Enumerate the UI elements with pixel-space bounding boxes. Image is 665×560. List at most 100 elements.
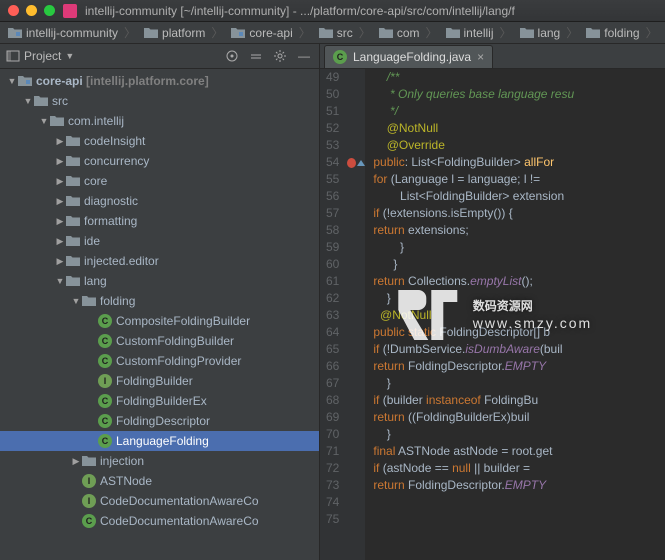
class-icon: C: [98, 334, 112, 348]
tree-twistie[interactable]: ▶: [54, 196, 66, 207]
toolwindow-title[interactable]: Project ▼: [6, 49, 74, 63]
tree-label: codeInsight: [84, 134, 145, 148]
breadcrumb-item[interactable]: Cf〉: [662, 24, 665, 41]
code-content[interactable]: /** * Only queries base language resu */…: [365, 69, 574, 560]
tree-row[interactable]: ▼ com.intellij: [0, 111, 319, 131]
tree-row[interactable]: ▶concurrency: [0, 151, 319, 171]
folder-icon: [66, 135, 80, 147]
tree-twistie[interactable]: ▶: [54, 176, 66, 187]
tree-twistie[interactable]: ▶: [54, 256, 66, 267]
editor-tabs: C LanguageFolding.java ×: [320, 44, 665, 69]
tree-label: CompositeFoldingBuilder: [116, 314, 250, 328]
tree-label: injection: [100, 454, 144, 468]
interface-icon: I: [98, 374, 112, 388]
app-icon: [63, 4, 77, 18]
hide-toolwindow-icon[interactable]: —: [295, 47, 313, 65]
folder-icon: [66, 155, 80, 167]
tree-row[interactable]: C CustomFoldingBuilder: [0, 331, 319, 351]
chevron-down-icon: ▼: [65, 51, 74, 61]
editor-pane: C LanguageFolding.java × 495051525354555…: [320, 44, 665, 560]
class-icon: C: [98, 314, 112, 328]
tree-label: FoldingBuilderEx: [116, 394, 207, 408]
tree-twistie[interactable]: ▼: [70, 296, 82, 306]
tree-twistie[interactable]: ▶: [54, 236, 66, 247]
breadcrumb-item[interactable]: src〉: [315, 24, 375, 41]
module-icon: [18, 75, 32, 87]
folder-icon: [66, 195, 80, 207]
tree-label: CustomFoldingBuilder: [116, 334, 234, 348]
tree-row[interactable]: ▼ folding: [0, 291, 319, 311]
tree-twistie[interactable]: ▶: [54, 136, 66, 147]
tree-row[interactable]: ▶core: [0, 171, 319, 191]
tree-label: com.intellij: [68, 114, 124, 128]
folder-icon: [66, 215, 80, 227]
class-icon: C: [82, 514, 96, 528]
tree-twistie[interactable]: ▶: [54, 216, 66, 227]
tree-row[interactable]: CFoldingDescriptor: [0, 411, 319, 431]
breadcrumb-item[interactable]: intellij〉: [442, 24, 516, 41]
tree-row[interactable]: CCodeDocumentationAwareCo: [0, 511, 319, 531]
tree-row[interactable]: ▼lang: [0, 271, 319, 291]
folder-icon: [82, 455, 96, 467]
zoom-window-button[interactable]: [44, 5, 55, 16]
tree-label: diagnostic: [84, 194, 138, 208]
tree-label: FoldingDescriptor: [116, 414, 210, 428]
folder-icon: [66, 235, 80, 247]
tree-label: LanguageFolding: [116, 434, 209, 448]
class-icon: C: [98, 434, 112, 448]
collapse-all-icon[interactable]: [247, 47, 265, 65]
tree-row[interactable]: ▶ ide: [0, 231, 319, 251]
editor-tab[interactable]: C LanguageFolding.java ×: [324, 45, 493, 68]
tree-twistie[interactable]: ▼: [38, 116, 50, 126]
tree-row[interactable]: C LanguageFolding: [0, 431, 319, 451]
tree-twistie[interactable]: ▼: [6, 76, 18, 86]
tree-row[interactable]: ICodeDocumentationAwareCo: [0, 491, 319, 511]
tree-label: CustomFoldingProvider: [116, 354, 241, 368]
tree-row[interactable]: ▶formatting: [0, 211, 319, 231]
class-icon: C: [333, 50, 347, 64]
interface-icon: I: [82, 494, 96, 508]
interface-icon: I: [82, 474, 96, 488]
settings-gear-icon[interactable]: [271, 47, 289, 65]
tree-label: folding: [100, 294, 135, 308]
tree-row[interactable]: C CompositeFoldingBuilder: [0, 311, 319, 331]
tree-row[interactable]: ▶ diagnostic: [0, 191, 319, 211]
code-editor[interactable]: 4950515253545556575859606162636465666768…: [320, 69, 665, 560]
tree-row[interactable]: ▶ injected.editor: [0, 251, 319, 271]
tree-twistie[interactable]: ▶: [54, 156, 66, 167]
implements-gutter-icon[interactable]: [357, 160, 365, 166]
tree-label: src: [52, 94, 68, 108]
window-title: intellij-community [~/intellij-community…: [85, 4, 515, 18]
tree-label: injected.editor: [84, 254, 159, 268]
tree-label: ide: [84, 234, 100, 248]
breadcrumb-item[interactable]: intellij-community〉: [4, 24, 140, 41]
breadcrumb-item[interactable]: lang〉: [516, 24, 583, 41]
tree-twistie[interactable]: ▶: [70, 456, 82, 467]
tree-row[interactable]: ▶ codeInsight: [0, 131, 319, 151]
tree-row[interactable]: ▼ src: [0, 91, 319, 111]
tree-row[interactable]: ▶ injection: [0, 451, 319, 471]
tab-label: LanguageFolding.java: [353, 50, 471, 64]
navigation-breadcrumb: intellij-community〉platform〉core-api〉src…: [0, 22, 665, 44]
tree-row[interactable]: CCustomFoldingProvider: [0, 351, 319, 371]
folder-icon: [66, 255, 80, 267]
override-gutter-icon[interactable]: [347, 158, 356, 168]
breadcrumb-item[interactable]: core-api〉: [227, 24, 314, 41]
line-number-gutter: 4950515253545556575859606162636465666768…: [320, 69, 347, 560]
tree-row[interactable]: ▼core-api [intellij.platform.core]: [0, 71, 319, 91]
scroll-target-icon[interactable]: [223, 47, 241, 65]
project-tree[interactable]: ▼core-api [intellij.platform.core]▼src▼c…: [0, 69, 319, 560]
tree-row[interactable]: CFoldingBuilderEx: [0, 391, 319, 411]
folder-icon: [66, 275, 80, 287]
tree-row[interactable]: IFoldingBuilder: [0, 371, 319, 391]
tree-twistie[interactable]: ▼: [22, 96, 34, 106]
close-tab-icon[interactable]: ×: [477, 50, 484, 64]
breadcrumb-item[interactable]: com〉: [375, 24, 442, 41]
breadcrumb-item[interactable]: platform〉: [140, 24, 227, 41]
breadcrumb-item[interactable]: folding〉: [582, 24, 661, 41]
tree-row[interactable]: IASTNode: [0, 471, 319, 491]
tree-twistie[interactable]: ▼: [54, 276, 66, 286]
folder-icon: [50, 115, 64, 127]
close-window-button[interactable]: [8, 5, 19, 16]
minimize-window-button[interactable]: [26, 5, 37, 16]
